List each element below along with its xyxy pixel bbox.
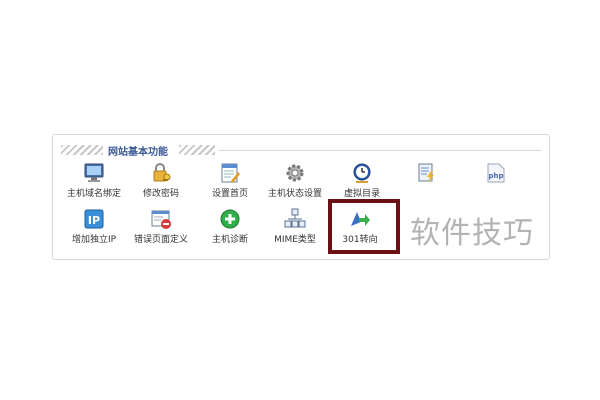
- domain-binding-label: 主机域名绑定: [66, 189, 121, 199]
- ip-icon-text: IP: [88, 214, 100, 227]
- error-page-button[interactable]: 错误页面定义: [123, 208, 199, 248]
- panel-title: 网站基本功能: [108, 147, 168, 158]
- clock-icon: [353, 163, 371, 183]
- add-ip-label: 增加独立IP: [71, 235, 117, 245]
- watermark: 软件技巧: [410, 216, 534, 251]
- php-icon: php: [487, 163, 505, 183]
- gear-icon: [286, 164, 304, 182]
- change-password-button[interactable]: 修改密码: [123, 162, 199, 202]
- change-password-label: 修改密码: [142, 189, 179, 199]
- document-lightning-icon: [418, 163, 434, 183]
- key-lock-icon: [153, 163, 171, 182]
- monitor-icon: [84, 163, 104, 182]
- host-status-label: 主机状态设置: [267, 189, 322, 199]
- file-tree-icon: [284, 208, 306, 228]
- extra-tool-button[interactable]: [388, 162, 464, 202]
- host-status-button[interactable]: 主机状态设置: [257, 162, 333, 202]
- error-page-icon: [151, 210, 171, 229]
- error-page-label: 错误页面定义: [133, 235, 188, 245]
- header-stripes-left: [61, 145, 103, 155]
- highlight-box: [328, 199, 400, 254]
- php-button[interactable]: php: [458, 162, 534, 202]
- add-ip-button[interactable]: IP 增加独立IP: [56, 208, 132, 248]
- panel-header: 网站基本功能: [61, 142, 541, 158]
- header-rule: [219, 150, 541, 151]
- header-stripes-right: [179, 145, 215, 155]
- domain-binding-button[interactable]: 主机域名绑定: [56, 162, 132, 202]
- php-icon-text: php: [488, 172, 503, 180]
- ip-icon: IP: [84, 209, 104, 229]
- plus-circle-icon: [220, 209, 240, 229]
- page-edit-icon: [221, 163, 240, 183]
